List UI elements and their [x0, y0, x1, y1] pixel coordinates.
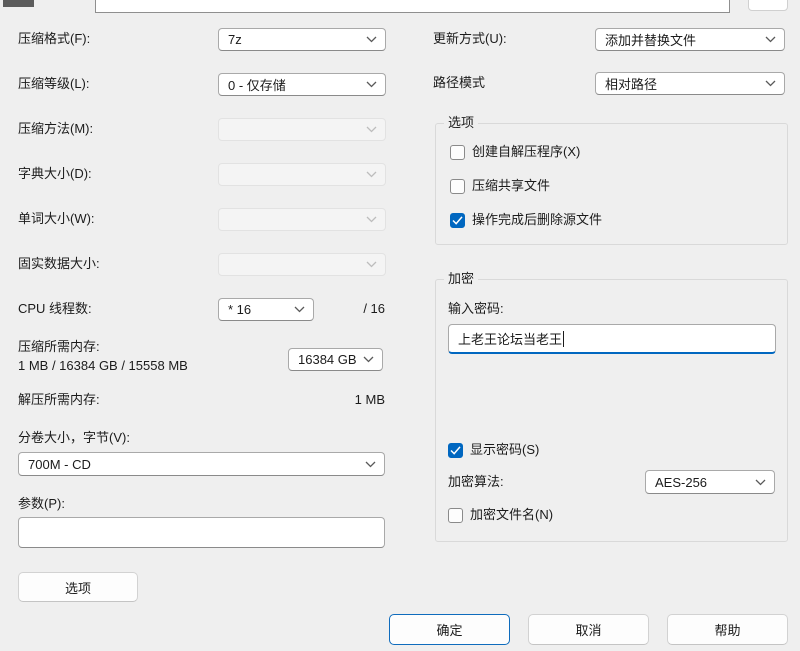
chevron-down-icon	[765, 36, 776, 44]
chevron-down-icon	[363, 356, 374, 364]
chevron-down-icon	[366, 216, 377, 224]
memory-decompress-label: 解压所需内存:	[18, 389, 100, 411]
word-size-combobox	[218, 208, 386, 231]
cpu-threads-max: / 16	[340, 298, 385, 320]
word-size-label: 单词大小(W):	[18, 208, 95, 230]
truncated-element-fragment	[3, 0, 34, 7]
path-mode-combobox[interactable]: 相对路径	[595, 72, 785, 95]
checkbox-icon	[448, 443, 463, 458]
encryption-method-combobox[interactable]: AES-256	[645, 470, 775, 494]
chevron-down-icon	[365, 460, 376, 468]
checkbox-icon	[450, 145, 465, 160]
archive-name-input[interactable]	[95, 0, 730, 13]
password-input[interactable]: 上老王论坛当老王	[448, 324, 776, 354]
chevron-down-icon	[366, 126, 377, 134]
ok-button[interactable]: 确定	[389, 614, 510, 645]
text-cursor	[563, 331, 564, 347]
chevron-down-icon	[366, 36, 377, 44]
encryption-group-title: 加密	[444, 271, 478, 287]
parameters-label: 参数(P):	[18, 493, 65, 515]
split-volume-label: 分卷大小，字节(V):	[18, 427, 130, 449]
checkbox-icon	[450, 213, 465, 228]
options-group-title: 选项	[444, 115, 478, 131]
memory-compress-detail: 1 MB / 16384 GB / 15558 MB	[18, 358, 188, 373]
chevron-down-icon	[366, 81, 377, 89]
memory-limit-combobox[interactable]: 16384 GB	[288, 348, 383, 371]
dictionary-size-label: 字典大小(D):	[18, 163, 92, 185]
compress-shared-checkbox[interactable]: 压缩共享文件	[450, 178, 550, 194]
add-to-archive-dialog: 压缩格式(F): 7z 压缩等级(L): 0 - 仅存储 压缩方法(M): 字典…	[0, 0, 800, 651]
sfx-options-button[interactable]: 选项	[18, 572, 138, 602]
cpu-threads-label: CPU 线程数:	[18, 298, 92, 320]
chevron-down-icon	[755, 478, 766, 486]
chevron-down-icon	[765, 80, 776, 88]
cancel-button[interactable]: 取消	[528, 614, 649, 645]
update-mode-label: 更新方式(U):	[433, 28, 507, 50]
memory-decompress-value: 1 MB	[300, 389, 385, 411]
create-sfx-checkbox[interactable]: 创建自解压程序(X)	[450, 144, 580, 160]
show-password-checkbox[interactable]: 显示密码(S)	[448, 442, 539, 458]
checkbox-icon	[448, 508, 463, 523]
level-label: 压缩等级(L):	[18, 73, 90, 95]
path-mode-label: 路径模式	[433, 72, 485, 94]
chevron-down-icon	[294, 306, 305, 314]
method-combobox	[218, 118, 386, 141]
method-label: 压缩方法(M):	[18, 118, 93, 140]
encrypt-filenames-checkbox[interactable]: 加密文件名(N)	[448, 507, 553, 523]
solid-block-size-label: 固实数据大小:	[18, 253, 100, 275]
cpu-threads-combobox[interactable]: * 16	[218, 298, 314, 321]
parameters-input[interactable]	[18, 517, 385, 548]
delete-after-checkbox[interactable]: 操作完成后删除源文件	[450, 212, 602, 228]
format-combobox[interactable]: 7z	[218, 28, 386, 51]
format-label: 压缩格式(F):	[18, 28, 90, 50]
memory-compress-label: 压缩所需内存:	[18, 336, 100, 358]
browse-button[interactable]	[748, 0, 788, 11]
chevron-down-icon	[366, 171, 377, 179]
chevron-down-icon	[366, 261, 377, 269]
encryption-method-label: 加密算法:	[448, 471, 504, 493]
level-combobox[interactable]: 0 - 仅存储	[218, 73, 386, 96]
password-label: 输入密码:	[448, 298, 504, 320]
split-volume-combobox[interactable]: 700M - CD	[18, 452, 385, 476]
checkbox-icon	[450, 179, 465, 194]
update-mode-combobox[interactable]: 添加并替换文件	[595, 28, 785, 51]
solid-block-size-combobox	[218, 253, 386, 276]
help-button[interactable]: 帮助	[667, 614, 788, 645]
dictionary-size-combobox	[218, 163, 386, 186]
